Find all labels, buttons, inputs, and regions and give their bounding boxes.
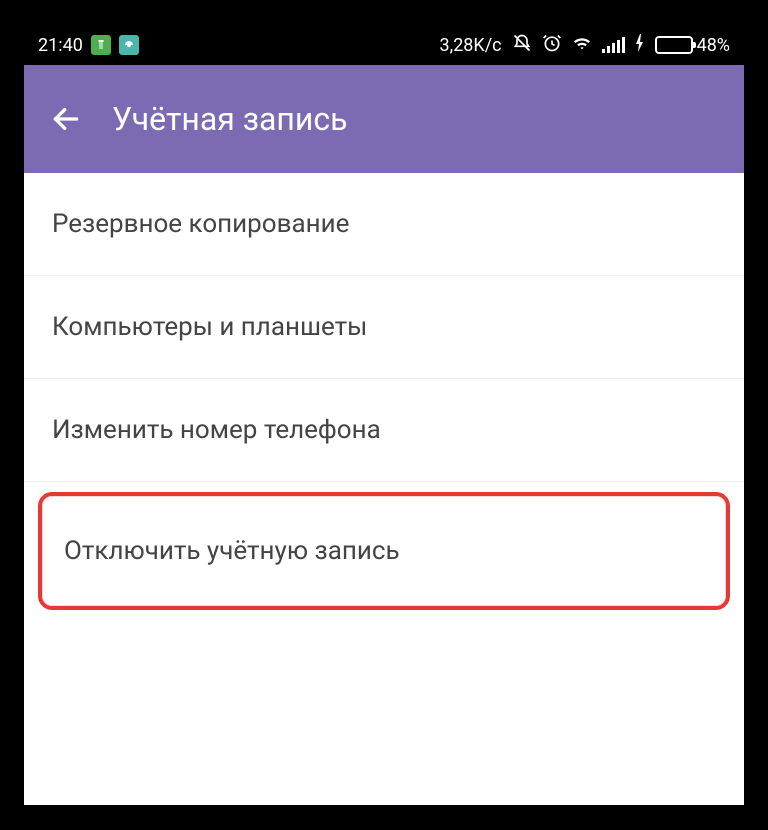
status-bar: 21:40 3,28K/c (24, 25, 744, 65)
settings-item-deactivate[interactable]: Отключить учётную запись (38, 492, 730, 610)
signal-icon (602, 37, 625, 53)
settings-list: Резервное копирование Компьютеры и планш… (24, 173, 744, 610)
settings-item-devices[interactable]: Компьютеры и планшеты (24, 276, 744, 379)
settings-item-label: Компьютеры и планшеты (52, 312, 367, 342)
battery-percent: 48% (697, 35, 730, 56)
back-button[interactable] (44, 97, 88, 141)
settings-item-label: Изменить номер телефона (52, 415, 381, 445)
phone-screen: 21:40 3,28K/c (24, 25, 744, 805)
wifi-icon (572, 35, 592, 56)
settings-item-backup[interactable]: Резервное копирование (24, 173, 744, 276)
status-time: 21:40 (38, 35, 83, 56)
battery-indicator: 48% (655, 35, 730, 56)
settings-item-label: Резервное копирование (52, 209, 349, 239)
notification-icon (91, 35, 111, 55)
settings-item-change-number[interactable]: Изменить номер телефона (24, 379, 744, 482)
notification-icon-2 (119, 35, 139, 55)
alarm-icon (542, 33, 562, 58)
status-left: 21:40 (38, 35, 139, 56)
data-rate: 3,28K/c (440, 35, 502, 56)
page-title: Учётная запись (112, 100, 347, 138)
status-right: 3,28K/c 48% (440, 33, 730, 58)
app-header: Учётная запись (24, 65, 744, 173)
charging-icon (635, 34, 645, 57)
dnd-icon (512, 33, 532, 58)
settings-item-label: Отключить учётную запись (64, 536, 400, 566)
